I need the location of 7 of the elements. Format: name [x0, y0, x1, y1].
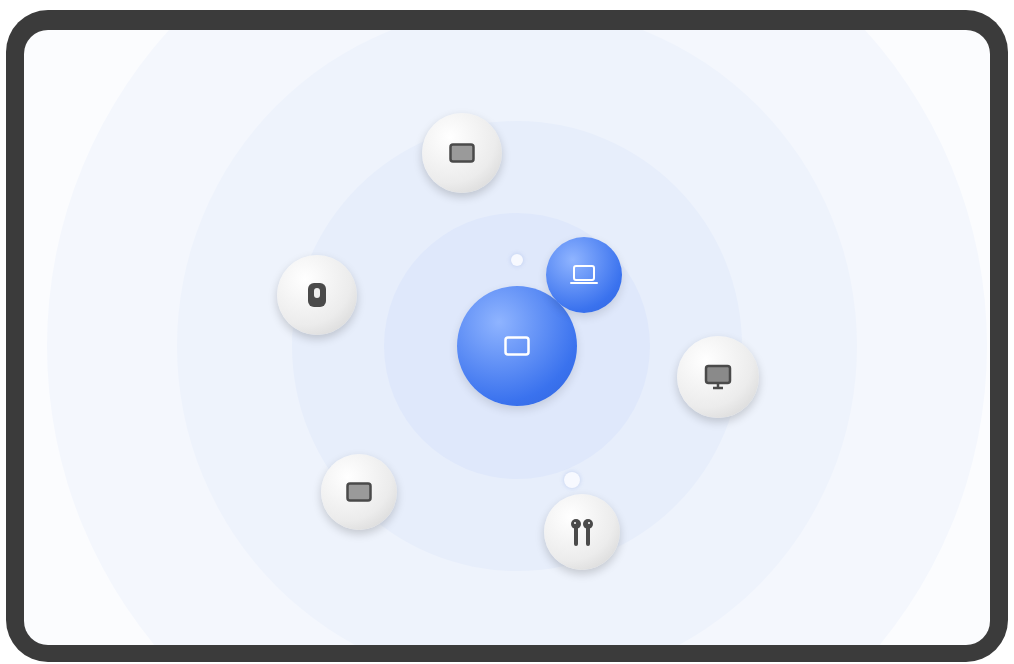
monitor-icon [704, 364, 732, 390]
speaker-icon [307, 282, 327, 308]
earbuds-icon [569, 517, 595, 547]
tablet-icon [346, 482, 372, 502]
laptop-icon [569, 264, 599, 286]
tablet-icon [504, 336, 530, 356]
tablet-icon [449, 143, 475, 163]
